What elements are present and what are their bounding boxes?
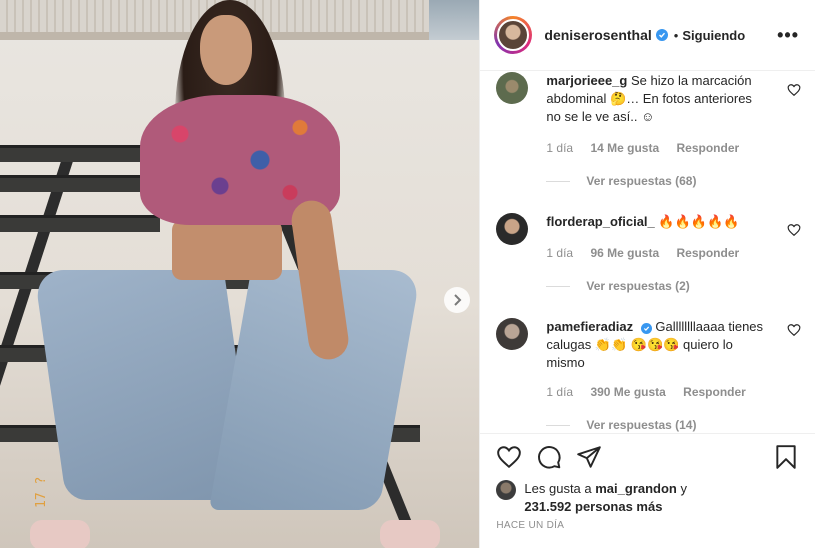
comment-text: 🔥🔥🔥🔥🔥 <box>658 214 740 229</box>
divider-line <box>546 180 571 182</box>
person-torso <box>172 220 282 280</box>
reply-button[interactable]: Responder <box>677 141 740 155</box>
comment-item: florderap_oficial_ 🔥🔥🔥🔥🔥 1 día 96 Me gus… <box>496 211 801 293</box>
view-replies[interactable]: Ver respuestas (2) <box>546 279 690 293</box>
bookmark-icon[interactable] <box>773 444 799 470</box>
liker-username[interactable]: mai_grandon <box>595 481 677 496</box>
comment-meta: 1 día 96 Me gusta Responder <box>546 246 753 260</box>
window-background <box>429 0 480 40</box>
avatar[interactable] <box>496 213 529 245</box>
avatar-image <box>497 19 530 51</box>
verified-badge-icon <box>655 29 668 41</box>
heart-icon[interactable] <box>787 83 801 97</box>
comment-time: 1 día <box>546 385 574 399</box>
comment-time: 1 día <box>546 141 574 155</box>
likes-summary: Les gusta a mai_grandon y 231.592 person… <box>480 480 815 520</box>
comment-content: florderap_oficial_ 🔥🔥🔥🔥🔥 <box>546 213 768 231</box>
reply-button[interactable]: Responder <box>683 385 746 399</box>
likes-prefix: Les gusta a <box>524 481 592 496</box>
following-button[interactable]: Siguiendo <box>682 28 745 43</box>
author-username[interactable]: deniserosenthal <box>544 27 651 43</box>
view-replies-label: Ver respuestas (14) <box>586 418 697 432</box>
post-timestamp: HACE UN DÍA <box>496 520 565 531</box>
comment-item: marjorieee_g Se hizo la marcación abdomi… <box>496 71 801 191</box>
avatar[interactable] <box>496 72 529 104</box>
comment-likes[interactable]: 14 Me gusta <box>590 141 659 155</box>
view-replies[interactable]: Ver respuestas (68) <box>546 174 696 188</box>
comment-content: pamefieradiaz Gallllllllaaaa tienes calu… <box>546 318 768 372</box>
stair-tread <box>0 215 160 232</box>
next-photo-button[interactable] <box>444 287 470 313</box>
comment-content: marjorieee_g Se hizo la marcación abdomi… <box>546 72 768 126</box>
shoe <box>30 520 90 548</box>
post-photo[interactable]: 17 ? <box>0 0 480 548</box>
photo-date-stamp: 17 ? <box>34 476 49 508</box>
comment-meta: 1 día 390 Me gusta Responder <box>546 385 759 399</box>
likes-conjunction: y <box>680 481 688 496</box>
comments-list[interactable]: marjorieee_g Se hizo la marcación abdomi… <box>480 71 815 434</box>
comment-likes[interactable]: 390 Me gusta <box>590 385 665 399</box>
comment-username[interactable]: marjorieee_g <box>546 73 627 88</box>
reply-button[interactable]: Responder <box>677 246 740 260</box>
view-replies[interactable]: Ver respuestas (14) <box>546 418 696 432</box>
comment-likes[interactable]: 96 Me gusta <box>590 246 659 260</box>
avatar[interactable] <box>494 16 533 54</box>
post-header: deniserosenthal • Siguiendo ••• <box>480 0 815 71</box>
more-options-icon[interactable]: ••• <box>777 25 799 46</box>
likes-count[interactable]: 231.592 personas más <box>524 499 662 514</box>
comment-username[interactable]: pamefieradiaz <box>546 319 633 334</box>
comment-username[interactable]: florderap_oficial_ <box>546 214 654 229</box>
person-face <box>200 15 252 85</box>
verified-badge-icon <box>640 323 652 334</box>
avatar[interactable] <box>496 318 529 350</box>
divider-line <box>546 285 571 287</box>
comment-item: pamefieradiaz Gallllllllaaaa tienes calu… <box>496 317 801 433</box>
heart-icon[interactable] <box>496 444 522 470</box>
likes-text: Les gusta a mai_grandon y 231.592 person… <box>524 480 687 516</box>
heart-icon[interactable] <box>787 323 801 337</box>
shoe <box>380 520 440 548</box>
post-actions-bar <box>480 434 815 480</box>
view-replies-label: Ver respuestas (2) <box>586 279 690 293</box>
view-replies-label: Ver respuestas (68) <box>586 174 697 188</box>
chevron-right-icon <box>454 294 462 306</box>
divider-line <box>546 424 571 426</box>
comment-meta: 1 día 14 Me gusta Responder <box>546 141 753 155</box>
post-side-panel: deniserosenthal • Siguiendo ••• marjorie… <box>479 0 815 548</box>
avatar[interactable] <box>496 480 517 500</box>
separator-dot: • <box>673 27 679 43</box>
instagram-post: 17 ? deniserosenthal • Siguiendo ••• mar… <box>0 0 815 548</box>
comment-icon[interactable] <box>536 444 562 470</box>
heart-icon[interactable] <box>787 223 801 237</box>
share-icon[interactable] <box>576 444 602 470</box>
comment-time: 1 día <box>546 246 574 260</box>
